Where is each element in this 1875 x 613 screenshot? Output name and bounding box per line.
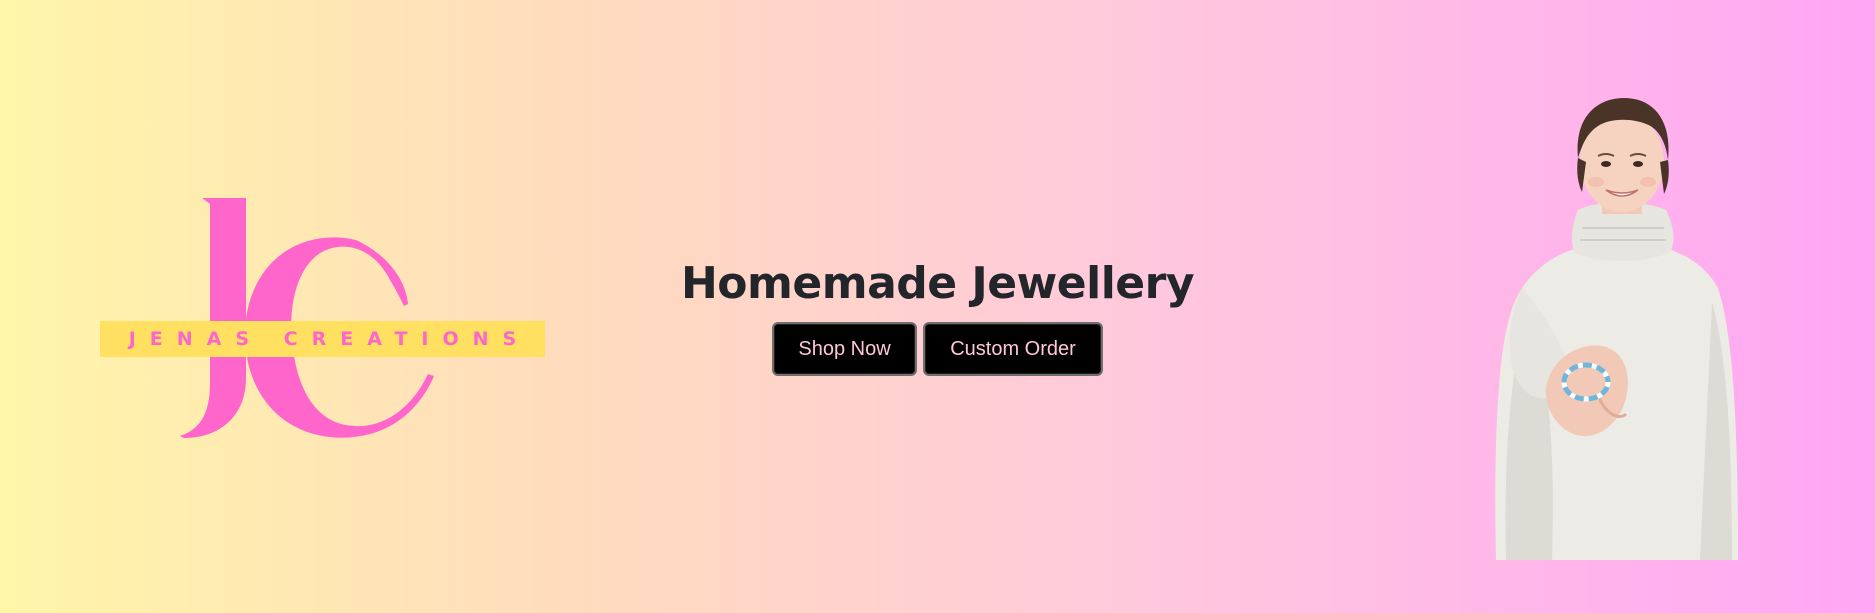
hero-title: Homemade Jewellery xyxy=(680,258,1195,309)
hero-buttons: Shop Now Custom Order xyxy=(772,322,1103,376)
girl-holding-bracelet-photo xyxy=(1486,92,1756,560)
custom-order-button[interactable]: Custom Order xyxy=(923,322,1103,376)
shop-now-button[interactable]: Shop Now xyxy=(772,322,917,376)
